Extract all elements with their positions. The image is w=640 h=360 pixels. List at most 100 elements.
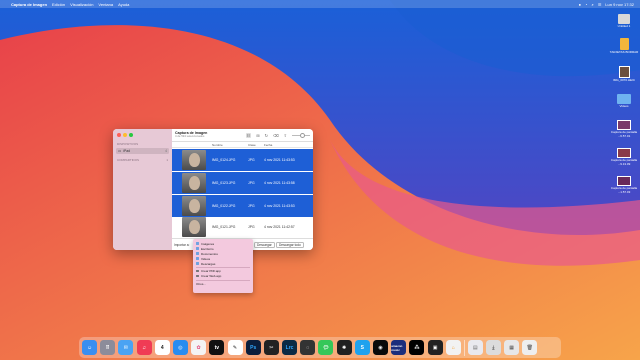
tidal-icon[interactable]: ⁂: [409, 340, 425, 355]
image-capture-window: DISPOSITIVOS ▭ iPad 4 COMPARTIDOS 1 Capt…: [113, 129, 313, 250]
column-kind[interactable]: Clase: [248, 143, 256, 147]
share-icon[interactable]: ⇪: [284, 133, 287, 138]
sd-card-icon: [619, 38, 629, 50]
menu-app-name[interactable]: Captura de Imagen: [11, 2, 47, 7]
menu-bar: Captura de Imagen Edición Visualización …: [0, 0, 640, 8]
folder-icon: [196, 257, 199, 260]
desktop-icon-screenshot-1[interactable]: Captura de pantalla ...6.57.01: [609, 120, 639, 138]
menu-view[interactable]: Visualización: [70, 2, 93, 7]
status-area: ● ◔ ⌕ ☰ Lun 9 nov 17:32: [579, 2, 634, 7]
quik-icon[interactable]: ◉: [373, 340, 388, 355]
menu-item-create-web[interactable]: Crear Web.app: [193, 274, 253, 279]
column-name[interactable]: Nombre: [212, 143, 223, 147]
sidebar-item-label: iPad: [123, 149, 131, 153]
mail-icon[interactable]: ✉: [118, 340, 134, 355]
folder-icon: [196, 262, 199, 265]
shared-count: 1: [166, 158, 168, 162]
thumbnail-size-slider[interactable]: [292, 133, 310, 138]
photo-thumbnail: [182, 173, 206, 193]
desktop-icon-screenshot-3[interactable]: Captura de pantalla ...1.57.03: [609, 176, 639, 194]
control-center-icon[interactable]: ☰: [598, 2, 602, 7]
import-destination-menu: Imágenes Escritorio Documentos Videos De…: [193, 239, 253, 293]
dock-divider: [463, 339, 465, 356]
home-icon[interactable]: ⌂: [445, 340, 461, 355]
photos-icon[interactable]: ✿: [191, 340, 207, 355]
safari-icon[interactable]: ◎: [172, 340, 188, 355]
desktop-icon-tarjetas[interactable]: TARJETAS BORRAR: [609, 38, 639, 55]
main-pane: Captura de Imagen 4 de 594 seleccionados…: [172, 129, 313, 250]
desktop-icon-untitled[interactable]: Untitled 1: [609, 14, 639, 29]
desktop-icon-heic[interactable]: IMG_0070.HEIC: [609, 66, 639, 83]
image-file-icon: [618, 66, 630, 78]
rotate-icon[interactable]: ↻: [265, 133, 268, 138]
desktop-icon-videos[interactable]: Videos: [609, 94, 639, 109]
capture-one-icon[interactable]: ▣: [427, 340, 443, 355]
window-subtitle: 4 de 594 seleccionados: [175, 134, 205, 139]
menu-item-other[interactable]: Otros...: [193, 281, 253, 286]
chatgpt-icon[interactable]: ✺: [336, 340, 352, 355]
devices-header: DISPOSITIVOS: [117, 142, 139, 146]
window-controls: [113, 133, 172, 137]
photo-thumbnail: [182, 217, 206, 237]
apple-tv-icon[interactable]: tv: [209, 340, 225, 355]
trash-icon[interactable]: 🗑︎: [522, 340, 538, 355]
folder-icon: [196, 252, 199, 255]
device-count: 4: [165, 149, 167, 153]
menu-help[interactable]: Ayuda: [118, 2, 129, 7]
amazon-music-icon[interactable]: amazon music: [391, 340, 407, 355]
messages-icon[interactable]: 💬︎: [318, 340, 334, 355]
download-button[interactable]: Descargar: [254, 242, 275, 248]
clock[interactable]: Lun 9 nov 17:32: [605, 2, 634, 7]
photo-thumbnail: [182, 150, 206, 170]
desktop-icon-screenshot-2[interactable]: Captura de pantalla ...9.13.09: [609, 148, 639, 166]
disk-icon: [618, 14, 630, 24]
download-all-button[interactable]: Descargar todo: [276, 242, 304, 248]
motion-icon[interactable]: ◌: [300, 340, 316, 355]
menu-item-downloads[interactable]: Descargas: [193, 261, 253, 266]
status-icon[interactable]: ●: [579, 2, 581, 7]
wifi-icon[interactable]: ◔: [585, 2, 587, 7]
app-icon: [196, 274, 199, 278]
table-row[interactable]: IMG_0121.JPG JPG 4 nov 2021 11:42:57: [172, 216, 313, 238]
calendar-icon[interactable]: 4: [154, 340, 170, 355]
minimize-button[interactable]: [123, 133, 127, 137]
table-row[interactable]: IMG_0122.JPG JPG 4 nov 2021 11:43:53: [172, 195, 313, 217]
music-icon[interactable]: ♫: [136, 340, 152, 355]
column-date[interactable]: Fecha: [264, 143, 272, 147]
search-icon[interactable]: ⌕: [591, 2, 593, 7]
folder-icon: [196, 247, 199, 250]
launchpad-icon[interactable]: ⠿: [100, 340, 116, 355]
menu-window[interactable]: Ventana: [98, 2, 113, 7]
photoshop-icon[interactable]: Ps: [245, 340, 261, 355]
desktop-wallpaper: [0, 0, 640, 360]
menu-edit[interactable]: Edición: [52, 2, 65, 7]
screenshot-icon: [617, 148, 631, 158]
preview-icon[interactable]: ▤: [467, 340, 483, 355]
screenshot-icon: [617, 176, 631, 186]
table-row[interactable]: IMG_0123.JPG JPG 4 nov 2021 11:43:58: [172, 172, 313, 194]
close-button[interactable]: [117, 133, 121, 137]
table-row[interactable]: IMG_0124.JPG JPG 4 nov 2021 11:43:53: [172, 149, 313, 171]
image-capture-icon[interactable]: ▦: [504, 340, 520, 355]
folder-icon: [617, 94, 631, 104]
list-view-icon[interactable]: ☷: [245, 132, 252, 138]
toolbar: Captura de Imagen 4 de 594 seleccionados…: [172, 129, 313, 142]
sidebar-item-ipad[interactable]: ▭ iPad 4: [116, 148, 169, 154]
sidebar: DISPOSITIVOS ▭ iPad 4 COMPARTIDOS 1: [113, 129, 172, 250]
import-to-label: Importar a:: [174, 243, 190, 247]
menu-separator: [196, 279, 250, 280]
screenshot-icon: [617, 120, 631, 130]
app-icon: [196, 269, 199, 273]
zoom-button[interactable]: [129, 133, 133, 137]
finder-icon[interactable]: ☺: [82, 340, 97, 355]
delete-icon[interactable]: ⌫: [273, 133, 279, 138]
dock: ☺ ⠿ ✉ ♫ 4 ◎ ✿ tv ✎ Ps ✂ Lrc ◌ 💬︎ ✺ S ◉ a…: [79, 337, 561, 358]
downloads-stack-icon[interactable]: ⤓: [485, 340, 501, 355]
shared-header: COMPARTIDOS 1: [117, 158, 168, 162]
lightroom-icon[interactable]: Lrc: [282, 340, 298, 355]
skype-icon[interactable]: S: [354, 340, 370, 355]
grid-view-icon[interactable]: ⊞: [256, 133, 259, 138]
vectornator-icon[interactable]: ✎: [227, 340, 243, 355]
folder-icon: [196, 242, 199, 245]
final-cut-icon[interactable]: ✂: [263, 340, 279, 355]
